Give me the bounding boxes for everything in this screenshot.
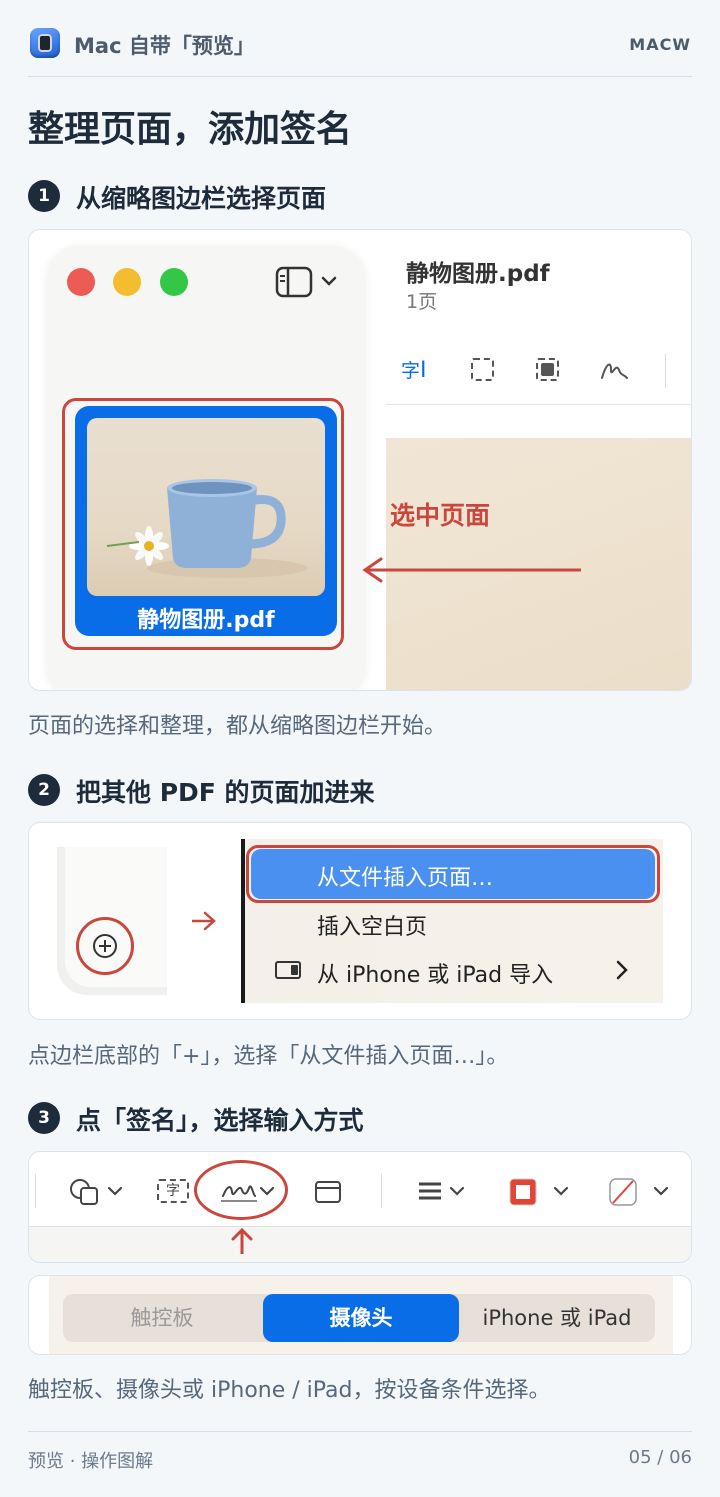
toolbar-divider <box>386 404 691 405</box>
rect-select-icon[interactable] <box>471 358 494 381</box>
shapes-icon[interactable] <box>69 1176 127 1208</box>
text-box-icon[interactable]: 字 <box>157 1179 189 1203</box>
chevron-right-icon <box>616 960 628 980</box>
segment-camera[interactable]: 摄像头 <box>263 1294 459 1342</box>
step-3-number: 3 <box>28 1102 60 1134</box>
header-brand: MACW <box>629 35 691 54</box>
document-title: 静物图册.pdf <box>406 261 550 287</box>
header-divider <box>28 76 692 77</box>
line-style-icon[interactable] <box>417 1178 473 1206</box>
segment-iphone-ipad[interactable]: iPhone 或 iPad <box>459 1294 655 1342</box>
step-1-title: 从缩略图边栏选择页面 <box>76 184 327 213</box>
step-2-number: 2 <box>28 774 60 806</box>
step-1-caption: 页面的选择和整理，都从缩略图边栏开始。 <box>28 714 447 739</box>
toolbar-separator <box>35 1174 36 1208</box>
insert-menu: 从文件插入页面… 插入空白页 从 iPhone 或 iPad 导入 <box>241 839 663 1003</box>
sketch-icon[interactable] <box>599 356 629 384</box>
header-title: Mac 自带「预览」 <box>74 34 255 58</box>
window-icon[interactable] <box>313 1178 345 1206</box>
step-2-caption: 点边栏底部的「+」，选择「从文件插入页面…」。 <box>28 1044 509 1069</box>
step-3-caption: 触控板、摄像头或 iPhone / iPad，按设备条件选择。 <box>28 1378 551 1403</box>
toolbar-separator <box>381 1174 382 1208</box>
page-indicator: 05 / 06 <box>628 1447 692 1468</box>
smart-lasso-icon[interactable] <box>536 358 559 381</box>
fill-color-icon[interactable] <box>607 1176 677 1208</box>
preview-app-icon <box>30 28 60 58</box>
step-3-input-card: 触控板 摄像头 iPhone 或 iPad <box>28 1275 692 1355</box>
segment-trackpad[interactable]: 触控板 <box>63 1294 261 1342</box>
step-1-number: 1 <box>28 180 60 212</box>
device-icon <box>275 961 301 979</box>
annotation-label: 选中页面 <box>390 501 491 530</box>
up-arrow-icon <box>231 1227 253 1254</box>
step-3-toolbar-card: 字 <box>28 1151 692 1263</box>
document-page-count: 1页 <box>406 291 438 313</box>
footer-label: 预览 · 操作图解 <box>28 1451 154 1472</box>
right-arrow-icon <box>192 911 216 931</box>
menu-item-insert-blank[interactable]: 插入空白页 <box>317 909 427 941</box>
step-1-card: 静物图册.pdf 1页 字I 静物图册.pdf 选中页面 <box>28 229 692 691</box>
minimize-window-button[interactable] <box>113 268 141 296</box>
border-color-icon[interactable] <box>507 1176 571 1208</box>
toolbar-separator <box>665 354 666 388</box>
footer-divider <box>28 1431 692 1432</box>
close-window-button[interactable] <box>67 268 95 296</box>
selection-highlight-box <box>62 398 344 650</box>
step-2-card: 从文件插入页面… 插入空白页 从 iPhone 或 iPad 导入 <box>28 822 692 1020</box>
text-selection-icon[interactable]: 字I <box>401 356 427 383</box>
zoom-window-button[interactable] <box>160 268 188 296</box>
add-page-plus-icon[interactable] <box>92 933 118 959</box>
sidebar-toggle-icon[interactable] <box>275 266 345 298</box>
page-title: 整理页面，添加签名 <box>28 109 353 150</box>
left-arrow-icon <box>362 557 581 583</box>
step-2-title: 把其他 PDF 的页面加进来 <box>76 778 375 807</box>
signature-highlight <box>194 1160 288 1220</box>
menu-highlight-box <box>246 845 660 903</box>
step-3-title: 点「签名」，选择输入方式 <box>76 1106 364 1135</box>
menu-item-import-from-iphone[interactable]: 从 iPhone 或 iPad 导入 <box>317 957 553 989</box>
